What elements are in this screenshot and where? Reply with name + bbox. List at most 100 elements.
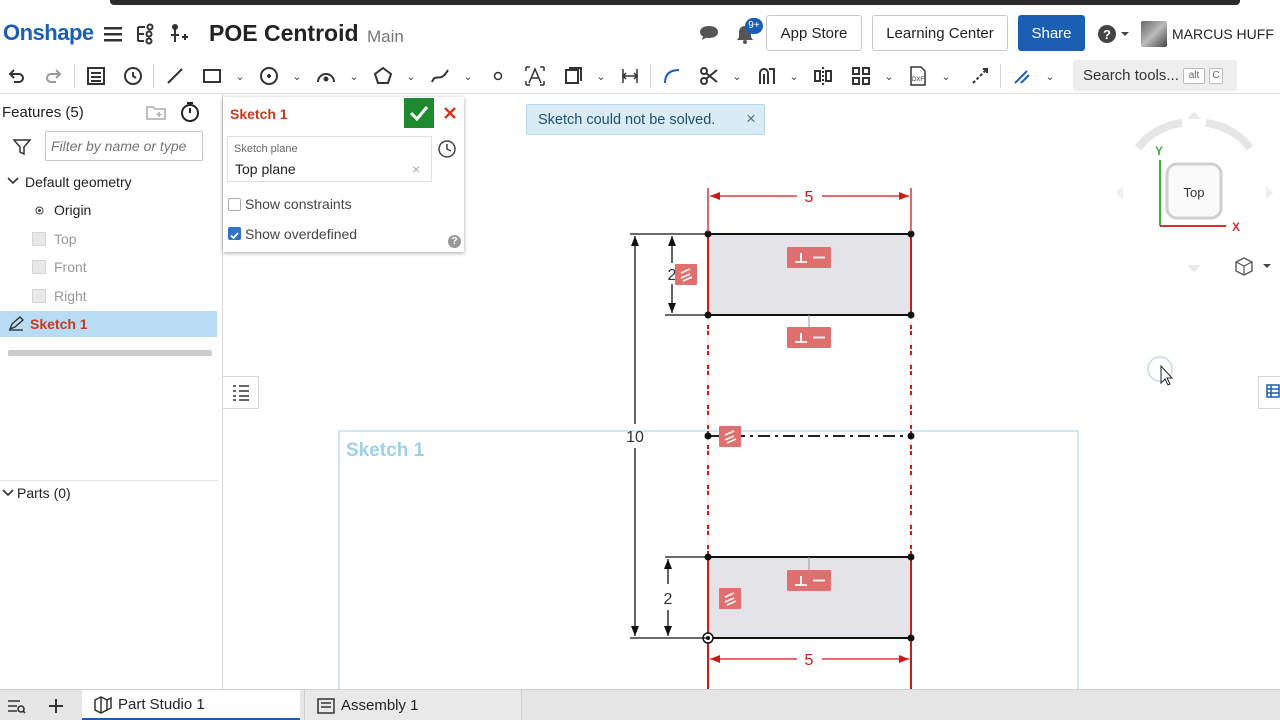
tree-item-sketch-1[interactable]: Sketch 1 bbox=[0, 311, 217, 337]
use-tool-icon[interactable] bbox=[561, 64, 585, 88]
show-constraints-checkbox[interactable] bbox=[228, 198, 241, 211]
chevron-down-icon[interactable]: ⌄ bbox=[940, 67, 952, 85]
accept-button[interactable] bbox=[404, 98, 434, 128]
comments-icon[interactable] bbox=[697, 22, 721, 46]
sketch-icon bbox=[8, 315, 25, 334]
parts-list-header[interactable]: Parts (0) bbox=[2, 485, 71, 501]
learning-center-button[interactable]: Learning Center bbox=[872, 15, 1008, 51]
browser-top-strip bbox=[0, 0, 1280, 10]
show-constraints-label[interactable]: Show constraints bbox=[245, 196, 352, 212]
chevron-down-icon[interactable] bbox=[2, 488, 14, 498]
chevron-down-icon[interactable]: ⌄ bbox=[731, 67, 743, 85]
sketch-dialog-title: Sketch 1 bbox=[230, 106, 288, 122]
text-tool-icon[interactable] bbox=[523, 64, 547, 88]
constraint-badge-horizontal bbox=[787, 247, 831, 268]
tab-label: Part Studio 1 bbox=[118, 695, 205, 713]
dimension-bottom-width: 5 bbox=[805, 652, 814, 669]
chevron-down-icon[interactable]: ⌄ bbox=[595, 67, 607, 85]
filter-input[interactable] bbox=[45, 131, 203, 161]
rollback-timer-icon[interactable] bbox=[179, 101, 201, 123]
pattern-tool-icon[interactable] bbox=[849, 64, 873, 88]
workspace-name[interactable]: Main bbox=[367, 27, 404, 47]
chevron-down-icon[interactable]: ⌄ bbox=[405, 67, 417, 85]
onshape-logo[interactable]: Onshape bbox=[3, 20, 94, 46]
right-panel-toggle-icon[interactable] bbox=[1258, 376, 1280, 409]
feature-list-icon[interactable] bbox=[84, 64, 108, 88]
show-overdefined-checkbox[interactable] bbox=[228, 227, 241, 240]
add-tab-icon[interactable] bbox=[46, 696, 66, 716]
cancel-button[interactable] bbox=[436, 98, 464, 128]
redo-icon[interactable] bbox=[42, 64, 66, 88]
chevron-down-icon[interactable]: ⌄ bbox=[291, 67, 303, 85]
chevron-down-icon[interactable]: ⌄ bbox=[234, 67, 246, 85]
undo-icon[interactable] bbox=[4, 64, 28, 88]
clear-icon[interactable]: × bbox=[412, 161, 420, 177]
check-icon bbox=[230, 232, 239, 240]
sketch-plane-value: Top plane bbox=[235, 161, 296, 177]
trim-tool-icon[interactable] bbox=[697, 64, 721, 88]
line-tool-icon[interactable] bbox=[163, 64, 187, 88]
search-tools-input[interactable]: Search tools... alt C bbox=[1073, 60, 1237, 91]
constraint-badge-horizontal bbox=[787, 570, 831, 591]
user-name[interactable]: MARCUS HUFF bbox=[1172, 26, 1274, 42]
chevron-down-icon[interactable] bbox=[7, 176, 19, 189]
point-tool-icon[interactable] bbox=[486, 64, 510, 88]
chevron-down-icon[interactable]: ⌄ bbox=[883, 67, 895, 85]
help-icon[interactable]: ? bbox=[448, 235, 461, 248]
svg-text:?: ? bbox=[1103, 27, 1111, 42]
app-store-button[interactable]: App Store bbox=[766, 15, 862, 51]
tab-part-studio[interactable]: Part Studio 1 bbox=[82, 690, 300, 720]
arc-tool-icon[interactable] bbox=[314, 64, 338, 88]
construction-tool-icon[interactable] bbox=[968, 64, 992, 88]
share-button[interactable]: Share bbox=[1018, 15, 1085, 51]
help-icon[interactable]: ? bbox=[1095, 22, 1131, 46]
mouse-cursor-icon bbox=[1160, 364, 1174, 386]
tree-item-default-geometry[interactable]: Default geometry bbox=[0, 169, 217, 195]
menu-icon[interactable] bbox=[101, 22, 125, 46]
avatar[interactable] bbox=[1141, 21, 1167, 47]
mirror-tool-icon[interactable] bbox=[811, 64, 835, 88]
history-icon[interactable] bbox=[437, 139, 457, 159]
add-folder-icon[interactable] bbox=[145, 102, 167, 122]
tab-list-icon[interactable] bbox=[6, 696, 26, 716]
view-cube[interactable]: Y X Top bbox=[1110, 108, 1280, 288]
tree-scrollbar[interactable] bbox=[8, 350, 212, 356]
document-tree-icon[interactable] bbox=[134, 22, 158, 46]
sketch-toolbar: ⌄ ⌄ ⌄ ⌄ ⌄ ⌄ ⌄ ⌄ ⌄ DXF ⌄ ⌄ Search tools..… bbox=[0, 58, 1280, 94]
sketch-plane-field[interactable]: Sketch plane Top plane × bbox=[227, 136, 432, 182]
chevron-down-icon[interactable]: ⌄ bbox=[1044, 67, 1056, 85]
spline-tool-icon[interactable] bbox=[428, 64, 452, 88]
tab-assembly[interactable]: Assembly 1 bbox=[304, 690, 522, 720]
dxf-import-icon[interactable]: DXF bbox=[906, 64, 930, 88]
features-header: Features (5) bbox=[2, 104, 84, 121]
show-overdefined-label[interactable]: Show overdefined bbox=[245, 226, 357, 242]
rectangle-tool-icon[interactable] bbox=[200, 64, 224, 88]
circle-tool-icon[interactable] bbox=[257, 64, 281, 88]
close-icon[interactable]: × bbox=[746, 109, 756, 129]
part-studio-icon bbox=[94, 696, 112, 714]
tree-item-origin[interactable]: Origin bbox=[0, 197, 217, 223]
plane-icon bbox=[32, 260, 46, 274]
search-tools-label: Search tools... bbox=[1083, 67, 1179, 84]
tree-item-top-plane[interactable]: Top bbox=[0, 226, 217, 252]
shortcut-key-alt: alt bbox=[1183, 68, 1205, 84]
chevron-down-icon[interactable]: ⌄ bbox=[348, 67, 360, 85]
document-title[interactable]: POE Centroid bbox=[209, 20, 359, 47]
origin-icon bbox=[35, 202, 44, 218]
tab-label: Assembly 1 bbox=[341, 697, 419, 714]
chevron-down-icon[interactable]: ⌄ bbox=[788, 67, 800, 85]
tree-item-label: Sketch 1 bbox=[30, 316, 88, 332]
insert-icon[interactable] bbox=[167, 22, 191, 46]
sketch-dialog: Sketch 1 Sketch plane Top plane × Show c… bbox=[223, 97, 464, 252]
chevron-down-icon[interactable]: ⌄ bbox=[462, 67, 474, 85]
constraint-badge-parallel bbox=[719, 588, 741, 609]
tree-item-right-plane[interactable]: Right bbox=[0, 283, 217, 309]
fillet-tool-icon[interactable] bbox=[660, 64, 684, 88]
constraint-tool-icon[interactable] bbox=[1010, 64, 1034, 88]
offset-tool-icon[interactable] bbox=[754, 64, 778, 88]
sketch-mode-icon[interactable] bbox=[121, 64, 145, 88]
tree-item-front-plane[interactable]: Front bbox=[0, 254, 217, 280]
dimension-tool-icon[interactable] bbox=[618, 64, 642, 88]
filter-icon[interactable] bbox=[12, 138, 32, 156]
polygon-tool-icon[interactable] bbox=[371, 64, 395, 88]
